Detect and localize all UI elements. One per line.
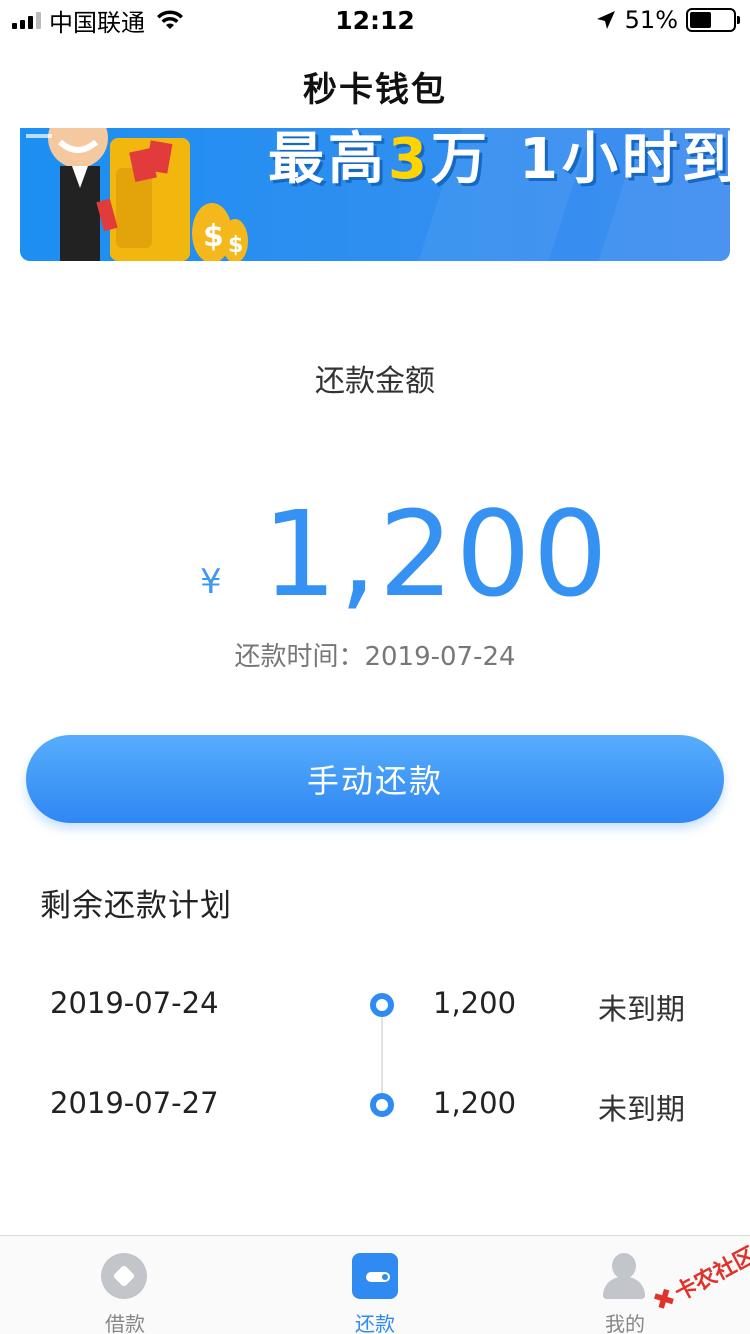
manual-repay-button[interactable]: 手动还款 [26, 735, 724, 823]
plan-row: 2019-07-27 1,200 未到期 [0, 1080, 750, 1130]
page-title: 秒卡钱包 [303, 70, 447, 110]
banner-text-unit: 万 [430, 128, 491, 192]
tab-bar: 借款 还款 我的 [0, 1235, 750, 1334]
tab-label: 借款 [105, 1312, 145, 1334]
banner-headline: 最高3万 1小时到账 [268, 128, 730, 195]
tab-borrow[interactable]: 借款 [0, 1236, 250, 1334]
status-bar: 中国联通 12:12 51% [0, 0, 750, 40]
battery-icon [686, 8, 740, 32]
banner-text-prefix: 最高 [268, 128, 388, 192]
banner-text-highlight: 3 [388, 128, 431, 192]
location-icon [596, 11, 615, 29]
status-right: 51% [595, 6, 740, 34]
banner-text-suffix: 1小时到账 [518, 128, 730, 192]
svg-text:$: $ [203, 219, 224, 254]
tab-label: 还款 [355, 1312, 395, 1334]
amount-label: 还款金额 [315, 364, 435, 399]
plan-status: 未到期 [598, 992, 686, 1026]
profile-icon [601, 1253, 647, 1299]
borrow-icon [101, 1253, 147, 1299]
timeline-dot-icon [370, 993, 394, 1017]
tab-repay[interactable]: 还款 [250, 1236, 500, 1334]
tab-label: 我的 [605, 1312, 645, 1334]
timeline-dot-icon [370, 1093, 394, 1117]
plan-date: 2019-07-27 [50, 1086, 219, 1120]
repayment-amount: 1,200 [262, 485, 610, 623]
plan-status: 未到期 [598, 1092, 686, 1126]
plan-row: 2019-07-24 1,200 未到期 [0, 980, 750, 1030]
currency-symbol: ¥ [200, 562, 222, 602]
plan-date: 2019-07-24 [50, 986, 219, 1020]
svg-text:$: $ [228, 233, 243, 258]
plan-amount: 1,200 [433, 1086, 517, 1120]
banner-illustration: $ $ [26, 128, 248, 261]
promo-banner[interactable]: $ $ 最高3万 1小时到账 [20, 128, 730, 261]
battery-fill [690, 12, 711, 28]
plan-amount: 1,200 [433, 986, 517, 1020]
repay-icon [352, 1253, 398, 1299]
due-time: 还款时间：2019-07-24 [234, 642, 516, 672]
plan-title: 剩余还款计划 [40, 888, 232, 924]
battery-percent: 51% [624, 6, 678, 34]
